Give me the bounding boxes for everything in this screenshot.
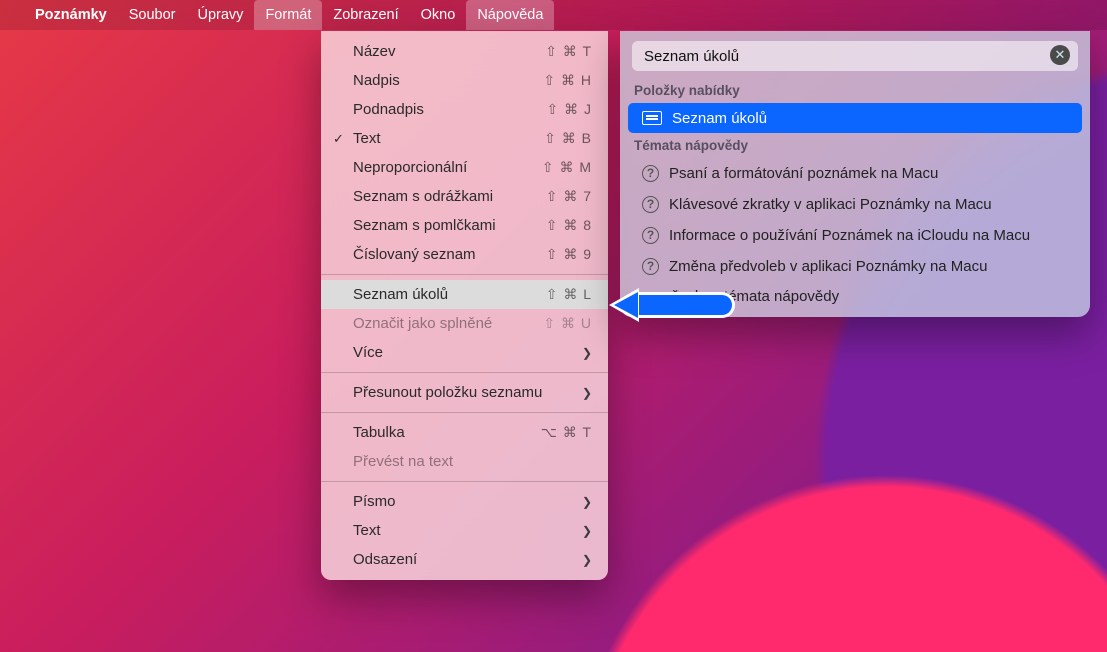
format-item-mono[interactable]: Neproporcionální ⇧ ⌘ M	[321, 153, 608, 182]
menu-item-label: Text	[353, 522, 582, 539]
menu-item-label: Více	[353, 344, 582, 361]
help-search-input[interactable]	[632, 41, 1078, 71]
shortcut: ⇧ ⌘ B	[544, 130, 592, 147]
menu-item-label: Seznam úkolů	[353, 286, 546, 303]
format-item-dashes[interactable]: Seznam s pomlčkami ⇧ ⌘ 8	[321, 211, 608, 240]
menu-item-label: Označit jako splněné	[353, 315, 543, 332]
help-section-topics: Témata nápovědy	[620, 134, 1090, 157]
menu-format[interactable]: Formát	[254, 0, 322, 30]
menu-item-label: Převést na text	[353, 453, 592, 470]
format-item-nadpis[interactable]: Nadpis ⇧ ⌘ H	[321, 66, 608, 95]
menu-napoveda[interactable]: Nápověda	[466, 0, 554, 30]
menu-item-label: Tabulka	[353, 424, 541, 441]
help-topic-label: Informace o používání Poznámek na iCloud…	[669, 227, 1030, 244]
help-topic[interactable]: ? Informace o používání Poznámek na iClo…	[628, 220, 1082, 250]
chevron-right-icon: ❯	[582, 524, 592, 538]
menu-soubor[interactable]: Soubor	[118, 0, 187, 30]
shortcut: ⇧ ⌘ M	[542, 159, 592, 176]
help-panel: ✕ Položky nabídky Seznam úkolů Témata ná…	[620, 31, 1090, 317]
format-item-bullets[interactable]: Seznam s odrážkami ⇧ ⌘ 7	[321, 182, 608, 211]
menu-item-label: Písmo	[353, 493, 582, 510]
format-item-indent[interactable]: Odsazení ❯	[321, 545, 608, 574]
help-show-all-topics[interactable]: všechna témata nápovědy	[620, 282, 1090, 307]
chevron-right-icon: ❯	[582, 553, 592, 567]
help-icon: ?	[642, 196, 659, 213]
format-item-font[interactable]: Písmo ❯	[321, 487, 608, 516]
menu-item-label: Podnadpis	[353, 101, 546, 118]
menu-item-label: Neproporcionální	[353, 159, 542, 176]
shortcut: ⇧ ⌘ H	[543, 72, 592, 89]
format-item-move-list-item[interactable]: Přesunout položku seznamu ❯	[321, 378, 608, 407]
shortcut: ⇧ ⌘ U	[543, 315, 592, 332]
menu-separator	[321, 481, 608, 482]
menu-okno[interactable]: Okno	[410, 0, 467, 30]
menu-item-label: Nadpis	[353, 72, 543, 89]
format-item-text-sub[interactable]: Text ❯	[321, 516, 608, 545]
help-topic-label: Klávesové zkratky v aplikaci Poznámky na…	[669, 196, 992, 213]
help-section-menu-items: Položky nabídky	[620, 79, 1090, 102]
menu-separator	[321, 412, 608, 413]
help-search-wrap: ✕	[620, 31, 1090, 79]
menu-item-label: Seznam s pomlčkami	[353, 217, 546, 234]
format-item-checklist[interactable]: Seznam úkolů ⇧ ⌘ L	[321, 280, 608, 309]
help-topic-label: Psaní a formátování poznámek na Macu	[669, 165, 938, 182]
help-menu-result[interactable]: Seznam úkolů	[628, 103, 1082, 133]
menu-zobrazeni[interactable]: Zobrazení	[322, 0, 409, 30]
shortcut: ⇧ ⌘ L	[546, 286, 592, 303]
chevron-right-icon: ❯	[582, 386, 592, 400]
format-item-to-text: Převést na text	[321, 447, 608, 476]
clear-search-icon[interactable]: ✕	[1050, 45, 1070, 65]
help-result-label: Seznam úkolů	[672, 110, 767, 127]
menu-item-label: Číslovaný seznam	[353, 246, 546, 263]
menu-item-label: Název	[353, 43, 545, 60]
format-item-podnadpis[interactable]: Podnadpis ⇧ ⌘ J	[321, 95, 608, 124]
menu-item-label: Seznam s odrážkami	[353, 188, 546, 205]
menubar: Poznámky Soubor Úpravy Formát Zobrazení …	[0, 0, 1107, 30]
shortcut: ⇧ ⌘ J	[546, 101, 592, 118]
help-topic[interactable]: ? Psaní a formátování poznámek na Macu	[628, 158, 1082, 188]
menu-separator	[321, 274, 608, 275]
shortcut: ⇧ ⌘ T	[545, 43, 592, 60]
format-item-nazev[interactable]: Název ⇧ ⌘ T	[321, 37, 608, 66]
format-item-numbered[interactable]: Číslovaný seznam ⇧ ⌘ 9	[321, 240, 608, 269]
menu-separator	[321, 372, 608, 373]
shortcut: ⌥ ⌘ T	[541, 424, 592, 441]
format-dropdown: Název ⇧ ⌘ T Nadpis ⇧ ⌘ H Podnadpis ⇧ ⌘ J…	[321, 31, 608, 580]
shortcut: ⇧ ⌘ 9	[546, 246, 592, 263]
menu-upravy[interactable]: Úpravy	[187, 0, 255, 30]
help-topic-label: Změna předvoleb v aplikaci Poznámky na M…	[669, 258, 988, 275]
menu-item-label: Odsazení	[353, 551, 582, 568]
format-item-mark-done: Označit jako splněné ⇧ ⌘ U	[321, 309, 608, 338]
help-topic[interactable]: ? Změna předvoleb v aplikaci Poznámky na…	[628, 251, 1082, 281]
format-item-text[interactable]: ✓ Text ⇧ ⌘ B	[321, 124, 608, 153]
help-topic[interactable]: ? Klávesové zkratky v aplikaci Poznámky …	[628, 189, 1082, 219]
app-menu[interactable]: Poznámky	[24, 0, 118, 30]
help-icon: ?	[642, 165, 659, 182]
menu-item-label: Text	[353, 130, 544, 147]
help-icon: ?	[642, 227, 659, 244]
help-icon: ?	[642, 258, 659, 275]
format-item-more[interactable]: Více ❯	[321, 338, 608, 367]
shortcut: ⇧ ⌘ 8	[546, 217, 592, 234]
shortcut: ⇧ ⌘ 7	[546, 188, 592, 205]
chevron-right-icon: ❯	[582, 346, 592, 360]
chevron-right-icon: ❯	[582, 495, 592, 509]
check-icon: ✓	[333, 131, 344, 147]
menu-item-label: Přesunout položku seznamu	[353, 384, 582, 401]
menu-item-icon	[642, 111, 662, 125]
format-item-table[interactable]: Tabulka ⌥ ⌘ T	[321, 418, 608, 447]
